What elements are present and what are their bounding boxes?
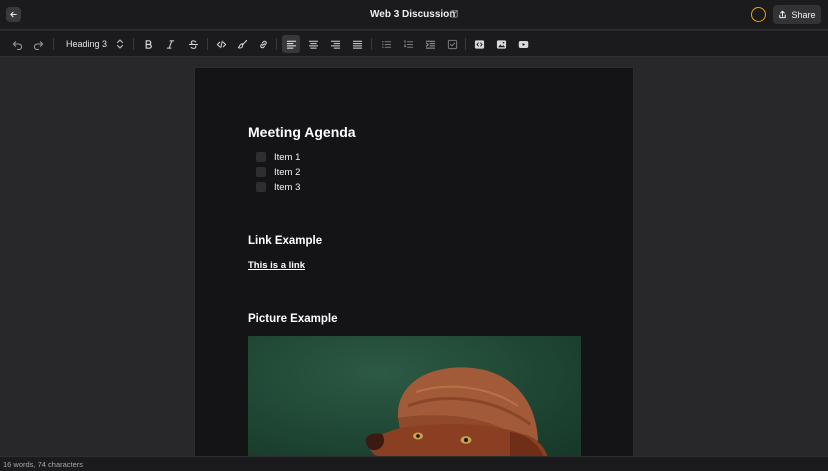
task-text[interactable]: Item 1	[274, 152, 300, 163]
image-button[interactable]	[494, 37, 508, 51]
back-button[interactable]	[6, 7, 21, 22]
italic-icon	[166, 39, 174, 49]
align-right-button[interactable]	[328, 37, 342, 51]
dog-in-beanie-illustration	[365, 367, 548, 458]
toolbar-divider	[371, 38, 372, 50]
youtube-icon	[518, 40, 528, 48]
task-text[interactable]: Item 3	[274, 182, 300, 193]
video-button[interactable]	[516, 37, 530, 51]
highlight-button[interactable]	[235, 37, 249, 51]
checkbox-icon	[447, 39, 457, 49]
indent-icon	[425, 40, 435, 49]
task-checkbox[interactable]	[256, 152, 266, 162]
top-bar: Web 3 Discussion Share	[0, 0, 828, 30]
link-icon	[259, 40, 267, 48]
task-text[interactable]: Item 2	[274, 167, 300, 178]
redo-button[interactable]	[31, 37, 45, 51]
share-label: Share	[791, 9, 816, 20]
code-block-button[interactable]	[472, 37, 486, 51]
chevron-up-down-icon[interactable]	[116, 38, 124, 50]
code-block-icon	[474, 39, 484, 49]
user-avatar[interactable]	[751, 7, 766, 22]
formatting-toolbar: Heading 3	[0, 31, 828, 57]
toolbar-divider	[207, 38, 208, 50]
bold-button[interactable]	[141, 37, 155, 51]
code-button[interactable]	[214, 37, 228, 51]
align-center-icon	[308, 40, 318, 49]
align-justify-icon	[352, 40, 362, 49]
align-left-button[interactable]	[282, 35, 300, 53]
bold-icon	[145, 39, 152, 49]
heading-meeting-agenda[interactable]: Meeting Agenda	[248, 124, 356, 140]
document-page[interactable]: Meeting Agenda Item 1 Item 2 Item 3 Link…	[194, 67, 634, 467]
example-link[interactable]: This is a link	[248, 260, 305, 271]
editor-canvas: Meeting Agenda Item 1 Item 2 Item 3 Link…	[0, 58, 828, 467]
strikethrough-button[interactable]	[186, 37, 200, 51]
align-left-icon	[286, 40, 296, 49]
align-right-icon	[330, 40, 340, 49]
toolbar-divider	[276, 38, 277, 50]
arrow-left-icon	[10, 11, 17, 18]
task-item: Item 1	[256, 151, 300, 163]
document-title[interactable]: Web 3 Discussion	[370, 9, 455, 20]
brush-icon	[237, 39, 247, 48]
toolbar-divider	[53, 38, 54, 50]
italic-button[interactable]	[163, 37, 177, 51]
task-checkbox[interactable]	[256, 167, 266, 177]
task-checkbox[interactable]	[256, 182, 266, 192]
align-justify-button[interactable]	[350, 37, 364, 51]
share-button[interactable]: Share	[773, 5, 821, 24]
word-count: 16 words, 74 characters	[3, 460, 84, 469]
redo-icon	[33, 40, 43, 50]
undo-icon	[12, 40, 22, 50]
bullet-list-button[interactable]	[379, 37, 393, 51]
task-item: Item 2	[256, 166, 300, 178]
heading-link-example[interactable]: Link Example	[248, 235, 322, 247]
task-list-button[interactable]	[445, 37, 459, 51]
ordered-list-button[interactable]	[401, 37, 415, 51]
status-bar: 16 words, 74 characters	[0, 456, 828, 471]
edit-title-icon[interactable]	[450, 9, 459, 18]
block-type-select[interactable]: Heading 3	[66, 39, 107, 49]
strikethrough-icon	[188, 39, 198, 49]
bullet-list-icon	[381, 40, 391, 48]
toolbar-divider	[465, 38, 466, 50]
task-item: Item 3	[256, 181, 300, 193]
editor-app: Web 3 Discussion Share Heading 3 Meeting…	[0, 0, 828, 471]
indent-button[interactable]	[423, 37, 437, 51]
link-button[interactable]	[256, 37, 270, 51]
ordered-list-icon	[403, 39, 413, 48]
share-icon	[779, 10, 787, 19]
undo-button[interactable]	[10, 37, 24, 51]
dog-photo[interactable]	[248, 336, 581, 458]
align-center-button[interactable]	[306, 37, 320, 51]
code-icon	[216, 40, 226, 48]
heading-picture-example[interactable]: Picture Example	[248, 313, 337, 325]
image-icon	[496, 39, 506, 49]
toolbar-divider	[133, 38, 134, 50]
